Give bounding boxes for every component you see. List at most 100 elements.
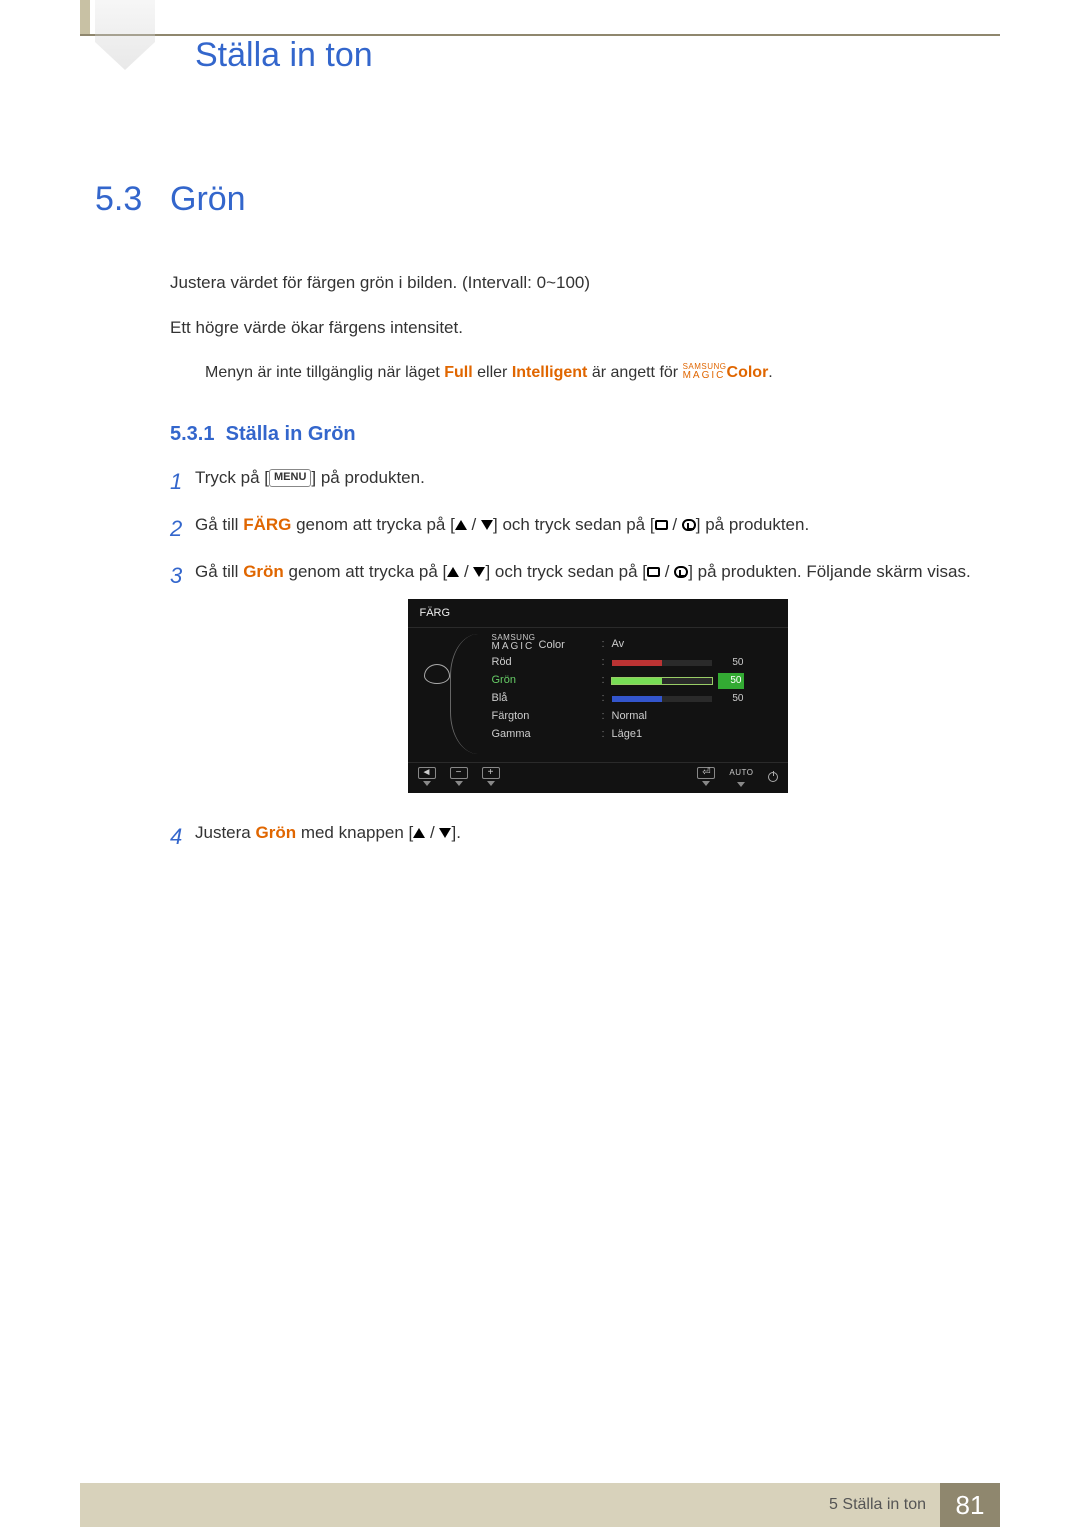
menu-gron: Grön [243,562,284,581]
osd-plus-icon: + [482,767,500,779]
step-list: 1 Tryck på [MENU] på produkten. 2 Gå til… [170,464,1000,854]
osd-slider-red [612,660,712,666]
step-4-body: Justera Grön med knappen [ / ]. [195,819,1000,846]
osd-magic-color-text: Color [539,640,565,652]
osd-label-red: Röd [492,654,602,672]
step-2-body: Gå till FÄRG genom att trycka på [ / ] o… [195,511,1000,538]
header-accent-strip [80,0,90,35]
step-3-text-c: ] och tryck sedan på [ [485,562,647,581]
step-4-text-b: med knappen [ [296,823,413,842]
osd-label-tone: Färgton [492,708,602,726]
note-text-end: . [768,365,772,382]
footer-chapter-label: 5 Ställa in ton [829,1483,940,1527]
osd-bottom-right: ⏎ AUTO [697,767,777,787]
step-4-text-a: Justera [195,823,255,842]
down-arrow-icon [439,828,451,838]
osd-auto-label: AUTO [729,767,753,780]
step-3: 3 Gå till Grön genom att trycka på [ / ]… [170,558,1000,807]
step-1: 1 Tryck på [MENU] på produkten. [170,464,1000,499]
step-3-body: Gå till Grön genom att trycka på [ / ] o… [195,558,1000,807]
osd-menu-screenshot: FÄRG SAMSUNGMAGIC Color : [408,599,788,792]
chapter-tab-shape [95,0,155,70]
source-icon [655,520,668,530]
magic-color-label: Color [727,365,769,382]
footer-page-number: 81 [940,1483,1000,1527]
page-footer: 5 Ställa in ton 81 [80,1483,1000,1527]
subsection-heading: 5.3.1 Ställa in Grön [170,423,1000,446]
osd-minus-icon: − [450,767,468,779]
osd-label-gamma: Gamma [492,726,602,744]
osd-colon: : [602,726,612,744]
osd-value-lage1: Läge1 [612,726,692,744]
step-3-number: 3 [170,558,195,593]
step-3-text-b: genom att trycka på [ [284,562,447,581]
source-icon [647,567,660,577]
section-title: Grön [170,180,246,219]
osd-power-icon [768,772,778,782]
enter-icon [682,519,696,531]
osd-value-green: 50 [718,673,744,689]
step-1-text-b: ] på produkten. [311,468,424,487]
step-4: 4 Justera Grön med knappen [ / ]. [170,819,1000,854]
step-2: 2 Gå till FÄRG genom att trycka på [ / ]… [170,511,1000,546]
osd-row-tone: Färgton : Normal [492,708,778,726]
availability-note: Menyn är inte tillgänglig när läget Full… [205,363,1000,382]
mode-full: Full [444,365,472,382]
osd-colon: : [602,690,612,708]
step-1-body: Tryck på [MENU] på produkten. [195,464,1000,491]
samsung-magic-logo: SAMSUNG MAGIC [683,363,727,379]
osd-row-blue: Blå : 50 [492,690,778,708]
up-arrow-icon [455,520,467,530]
step-3-text-d: ] på produkten. Följande skärm visas. [688,562,971,581]
step-1-number: 1 [170,464,195,499]
osd-value-av: Av [612,636,692,654]
step-2-text-a: Gå till [195,515,243,534]
osd-bottom-bar: ◄ − + ⏎ AUTO [408,762,788,793]
osd-logo-magic: MAGIC [492,642,536,651]
step-4-text-c: ]. [451,823,460,842]
osd-label-green: Grön [492,672,602,690]
subsection-number: 5.3.1 [170,423,214,445]
up-arrow-icon [447,567,459,577]
down-arrow-icon [481,520,493,530]
intro-text: Justera värdet för färgen grön i bilden.… [170,269,1000,341]
osd-colon: : [602,708,612,726]
intro-p1: Justera värdet för färgen grön i bilden.… [170,269,1000,296]
osd-colon: : [602,672,612,690]
osd-value-normal: Normal [612,708,692,726]
osd-row-magiccolor: SAMSUNGMAGIC Color : Av [492,636,778,654]
intro-p2: Ett högre värde ökar färgens intensitet. [170,314,1000,341]
step-2-text-b: genom att trycka på [ [291,515,454,534]
step-3-text-a: Gå till [195,562,243,581]
osd-value-blue: 50 [718,691,744,707]
osd-indicator-icon [455,781,463,786]
up-arrow-icon [413,828,425,838]
step-1-text-a: Tryck på [ [195,468,269,487]
note-text-c: är angett för [592,365,683,382]
osd-title: FÄRG [408,599,788,628]
palette-icon [424,664,450,684]
osd-colon: : [602,636,612,654]
note-text-a: Menyn är inte tillgänglig när läget [205,365,444,382]
osd-enter-icon: ⏎ [697,767,715,779]
subsection-title: Ställa in Grön [226,423,356,445]
osd-row-red: Röd : 50 [492,654,778,672]
page-content: 5.3 Grön Justera värdet för färgen grön … [95,180,1000,866]
down-arrow-icon [473,567,485,577]
osd-value-red: 50 [718,655,744,671]
osd-back-icon: ◄ [418,767,436,779]
osd-label-blue: Blå [492,690,602,708]
step-2-text-c: ] och tryck sedan på [ [493,515,655,534]
section-heading: 5.3 Grön [95,180,1000,219]
osd-colon: : [602,654,612,672]
menu-gron: Grön [255,823,296,842]
enter-icon [674,566,688,578]
logo-magic: MAGIC [683,371,727,380]
osd-row-gamma: Gamma : Läge1 [492,726,778,744]
osd-indicator-icon [702,781,710,786]
note-text-b: eller [477,365,512,382]
osd-slider-blue [612,696,712,702]
step-2-number: 2 [170,511,195,546]
osd-label-magiccolor: SAMSUNGMAGIC Color [492,634,602,655]
osd-row-green: Grön : 50 [492,672,778,690]
